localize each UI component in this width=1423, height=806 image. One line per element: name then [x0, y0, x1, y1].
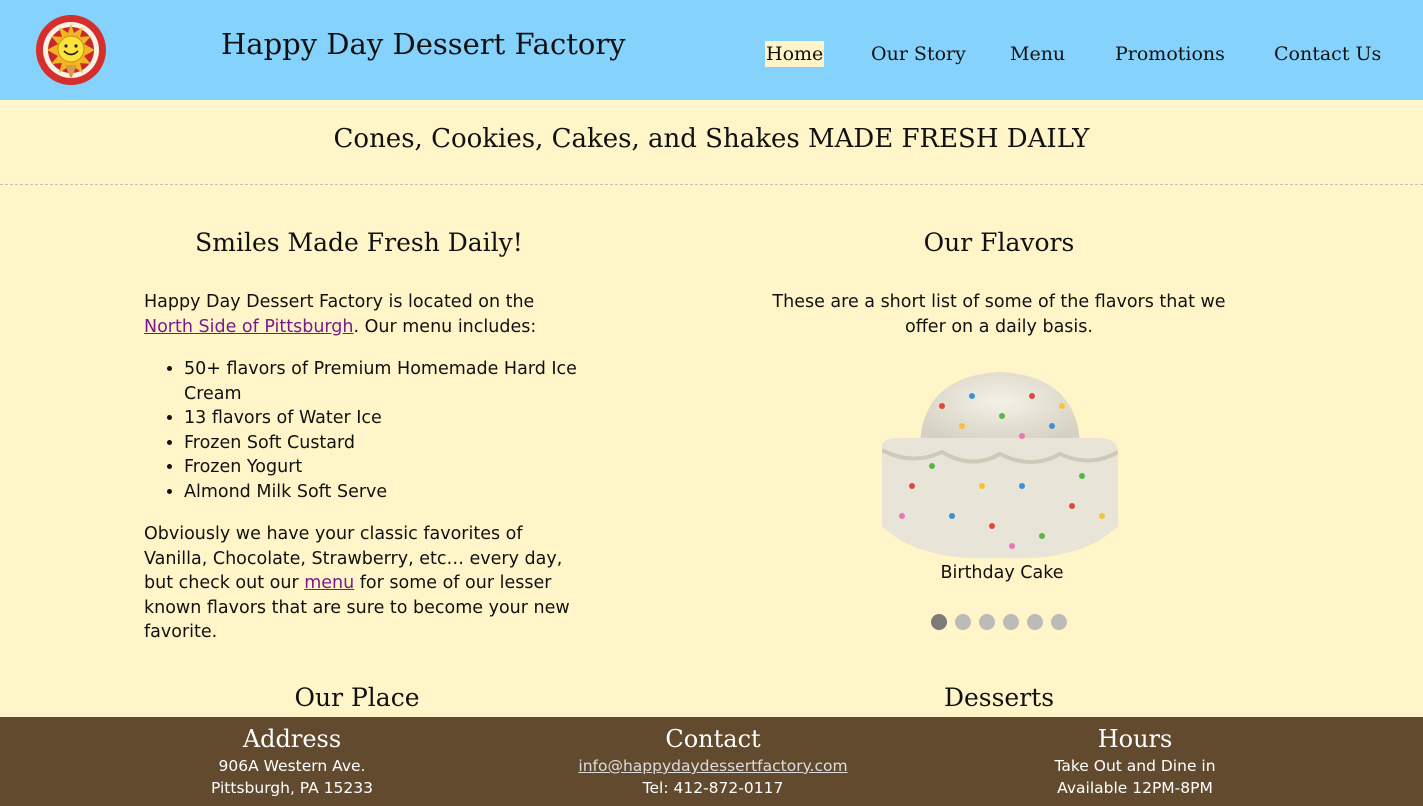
list-item: 50+ flavors of Premium Homemade Hard Ice… — [184, 357, 614, 406]
hours-line-1: Take Out and Dine in — [1054, 757, 1216, 775]
smiles-heading: Smiles Made Fresh Daily! — [195, 228, 523, 257]
nav-menu[interactable]: Menu — [1010, 41, 1065, 67]
footer-contact-heading: Contact — [665, 725, 761, 753]
address-line-2: Pittsburgh, PA 15233 — [210, 779, 374, 797]
outro-paragraph: Obviously we have your classic favorites… — [144, 522, 574, 645]
footer-hours: Hours Take Out and Dine in Available 12P… — [985, 723, 1285, 799]
flavors-heading: Our Flavors — [923, 228, 1075, 257]
carousel-dot-4[interactable] — [1003, 614, 1019, 630]
site-header: Happy Day Dessert Factory Home Our Story… — [0, 0, 1423, 100]
carousel-dot-5[interactable] — [1027, 614, 1043, 630]
site-title[interactable]: Happy Day Dessert Factory — [221, 27, 626, 61]
birthday-cake-scoop-image[interactable] — [882, 366, 1118, 560]
smiles-section: Smiles Made Fresh Daily! Happy Day Desse… — [144, 228, 577, 642]
menu-link[interactable]: menu — [304, 573, 354, 593]
list-item: Frozen Yogurt — [184, 455, 614, 480]
flavors-section: Our Flavors These are a short list of so… — [770, 228, 1228, 630]
intro-text-end: . Our menu includes: — [353, 316, 537, 337]
carousel-dot-1[interactable] — [931, 614, 947, 630]
phone-number: Tel: 412-872-0117 — [642, 779, 784, 797]
list-item: 13 flavors of Water Ice — [184, 406, 614, 431]
desserts-heading: Desserts — [943, 683, 1055, 712]
nav-promotions[interactable]: Promotions — [1115, 41, 1225, 67]
nav-our-story[interactable]: Our Story — [871, 41, 966, 67]
section-divider — [0, 184, 1423, 185]
intro-text: Happy Day Dessert Factory is located on … — [144, 292, 535, 312]
carousel-dot-3[interactable] — [979, 614, 995, 630]
flavors-description: These are a short list of some of the fl… — [772, 292, 1226, 337]
our-place-heading: Our Place — [294, 683, 420, 712]
smiley-cone-logo-icon[interactable] — [35, 13, 107, 87]
carousel-dot-6[interactable] — [1051, 614, 1067, 630]
intro-paragraph: Happy Day Dessert Factory is located on … — [144, 290, 574, 339]
address-line-1: 906A Western Ave. — [218, 757, 366, 775]
carousel-dots — [931, 614, 1067, 630]
footer-address-heading: Address — [242, 725, 342, 753]
flavor-caption: Birthday Cake — [940, 563, 1064, 583]
email-link[interactable]: info@happydaydessertfactory.com — [578, 757, 847, 775]
menu-list: 50+ flavors of Premium Homemade Hard Ice… — [144, 357, 614, 504]
site-footer: Address 906A Western Ave. Pittsburgh, PA… — [0, 717, 1423, 806]
nav-home[interactable]: Home — [765, 41, 825, 67]
hours-line-2: Available 12PM-8PM — [1057, 779, 1213, 797]
footer-hours-heading: Hours — [1097, 725, 1173, 753]
list-item: Almond Milk Soft Serve — [184, 480, 614, 505]
carousel-dot-2[interactable] — [955, 614, 971, 630]
north-side-link[interactable]: North Side of Pittsburgh — [144, 317, 354, 337]
footer-address: Address 906A Western Ave. Pittsburgh, PA… — [142, 723, 442, 799]
nav-contact-us[interactable]: Contact Us — [1274, 41, 1381, 67]
footer-contact: Contact info@happydaydessertfactory.com … — [563, 723, 863, 799]
tagline: Cones, Cookies, Cakes, and Shakes MADE F… — [333, 124, 1090, 154]
list-item: Frozen Soft Custard — [184, 431, 614, 456]
